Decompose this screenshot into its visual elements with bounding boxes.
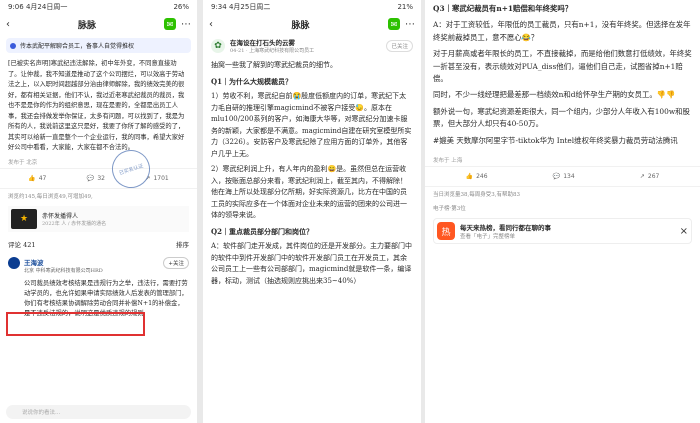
back-icon[interactable]: ‹ xyxy=(209,19,213,30)
answer-3-part-1: A：对于工资较低，年限低的员工裁员，只有n+1，没有年终奖。但选择在发年终奖前裁… xyxy=(433,20,691,42)
comment-count: 32 xyxy=(97,174,105,182)
comments-header: 评论 421 排序 xyxy=(0,235,197,253)
thumbs-up-icon: 👍 xyxy=(28,174,36,182)
status-date: 4月25日周二 xyxy=(228,3,271,11)
page-title: 脉脉 xyxy=(77,20,96,31)
lotus-avatar-icon[interactable]: ✿ xyxy=(211,38,225,53)
share-button[interactable]: ↗ 267 xyxy=(640,173,659,180)
answer-2: A：软件部门走开发成，其件岗位的还是开发部分。主力要部门中的软件中到件开发部门中… xyxy=(211,242,413,285)
nav-bar: ‹ 脉脉 ✉ ⋯ xyxy=(203,14,421,34)
read-info: 浏览约145,每日浏览49,可增加49, xyxy=(8,193,93,200)
status-date: 4月24日周一 xyxy=(25,3,68,11)
like-count: 246 xyxy=(476,173,488,181)
screenshot-panel-1: 9:06 4月24日周一 26% ‹ 脉脉 ✉ ⋯ 传本武配平解聊合员工，备事人… xyxy=(0,0,197,423)
comments-count-label: 评论 421 xyxy=(8,240,36,249)
page-title: 脉脉 xyxy=(291,20,310,31)
author-desc: 04-21 · 上海寒武纪科技有限公司员工 xyxy=(230,48,315,54)
close-icon[interactable]: × xyxy=(680,226,688,237)
promo-title: 每天来热榜，看同行都在聊的事 xyxy=(460,224,551,233)
wechat-share-icon[interactable]: ✉ xyxy=(163,18,176,30)
avatar[interactable] xyxy=(8,256,20,269)
intro-text: 抽窝一些我了解到的寒武纪裁员的细节。 xyxy=(211,61,337,69)
follow-button[interactable]: 已关注 xyxy=(386,39,413,52)
share-count: 1701 xyxy=(153,174,169,182)
status-bar: 9:34 4月25日周二 21% xyxy=(203,0,421,14)
highlight-box xyxy=(6,312,145,336)
extra-note: 额外说一句，寒武纪资源差距很大，同一个组内，少部分人年收入有100w和股票，但大… xyxy=(433,106,690,129)
author-name[interactable]: 在海设在打石头的云雾 xyxy=(230,37,314,47)
thumbs-up-icon: 👍 xyxy=(465,173,474,181)
question-1: Q1｜为什么大规模裁员？ xyxy=(211,76,292,86)
screenshot-panel-3: Q3｜寒武纪裁员有n+1赔偿和年终奖吗？ A：对于工资较低，年限低的员工裁员，只… xyxy=(425,0,700,423)
comment-button[interactable]: 💬 134 xyxy=(553,173,575,180)
like-button[interactable]: 👍 47 xyxy=(28,175,46,182)
related-thumbnail-icon: ★ xyxy=(11,208,37,229)
comment-icon: 💬 xyxy=(86,174,95,182)
commenter-desc: 北京 中科寒武纪科技有限公司HRD xyxy=(24,267,103,274)
post-meta: 发布于 上海 xyxy=(433,158,463,165)
action-bar: 👍 47 💬 32 ↗ 1701 xyxy=(0,167,197,189)
post-body: [已被实名声明]寒武纪违法解除，初中年外变，不同意直接劝了。让仲裁，我不知道是推… xyxy=(8,60,185,151)
related-sub: 2022年 人 / 赤怀发播的通名 xyxy=(42,220,107,227)
comment-author[interactable]: 王海波 北京 中科寒武纪科技有限公司HRD +关注 xyxy=(0,253,197,278)
hot-icon: 热 xyxy=(437,222,455,241)
back-icon[interactable]: ‹ xyxy=(6,19,10,30)
topic-banner[interactable]: 传本武配平解聊合员工，备事人自觉得推权 xyxy=(6,38,191,53)
related-card[interactable]: ★ 赤怀发播得人 2022年 人 / 赤怀发播的通名 xyxy=(8,205,189,232)
status-time: 9:34 xyxy=(211,3,227,11)
screenshot-panel-2: 9:34 4月25日周二 21% ‹ 脉脉 ✉ ⋯ ✿ 在海设在打石头的云雾 0… xyxy=(203,0,421,423)
comment-button[interactable]: 💬 32 xyxy=(87,175,105,182)
topic-dot-icon xyxy=(10,42,16,49)
comment-count: 134 xyxy=(563,173,575,181)
more-icon[interactable]: ⋯ xyxy=(405,19,415,30)
question-3: Q3｜寒武纪裁员有n+1赔偿和年终奖吗？ xyxy=(433,4,573,13)
status-bar: 9:06 4月24日周一 26% xyxy=(0,0,197,14)
follow-button[interactable]: +关注 xyxy=(163,256,189,269)
comment-icon: 💬 xyxy=(552,173,561,181)
answer-3-part-3: 同时，不少一线经理把最差那一档绩效n和d给怀孕生产期的女员工。👎👎 xyxy=(433,90,676,100)
like-button[interactable]: 👍 246 xyxy=(466,173,488,180)
topic-rank-label[interactable]: 电子榜·第3位 xyxy=(425,201,700,215)
post-author[interactable]: ✿ 在海设在打石头的云雾 04-21 · 上海寒武纪科技有限公司员工 已关注 xyxy=(203,34,421,57)
battery-level: 26% xyxy=(173,3,189,11)
answer-1-part-2: 2）寒武纪利润上升，有人年内的盈利😄是。虽然但总在运营收入，按账面总部分来看，寒… xyxy=(211,165,407,219)
comment-input[interactable]: 说说你的看法... xyxy=(6,405,191,419)
wechat-share-icon[interactable]: ✉ xyxy=(387,18,400,30)
action-bar: 👍 246 💬 134 ↗ 267 xyxy=(425,166,700,188)
related-title: 赤怀发播得人 xyxy=(42,212,79,220)
post-meta: 发布于 北京 xyxy=(8,159,38,166)
nav-bar: ‹ 脉脉 ✉ ⋯ xyxy=(0,14,197,34)
like-count: 47 xyxy=(38,174,47,182)
read-info: 当日浏览量38,每周身受3,有帮助83 xyxy=(433,192,520,199)
promo-subtitle: 查看「电子」完整榜单 xyxy=(460,234,516,241)
share-count: 267 xyxy=(647,173,660,181)
answer-3-part-2: 对于月薪高或者年限长的员工，不直接裁掉，而是给他们数意打低绩效，年终奖一折甚至没… xyxy=(433,49,692,84)
post-body: 抽窝一些我了解到的寒武纪裁员的细节。 Q1｜为什么大规模裁员？ 1）劳收不利，寒… xyxy=(203,57,421,294)
answer-1-part-1: 1）劳收不利，寒武纪自前😭殷度低额度内的订单，寒武纪下太力毛自研的推理引擎mag… xyxy=(211,92,412,158)
more-icon[interactable]: ⋯ xyxy=(181,19,191,30)
share-icon: ↗ xyxy=(639,173,645,181)
commenter-name[interactable]: 王海波 xyxy=(24,257,103,267)
hashtags[interactable]: #媲美 天数摩尔阿里字节-tiktok华为 Intel维权年终奖暴力裁员劳动法腾… xyxy=(433,135,692,147)
battery-level: 21% xyxy=(397,3,413,11)
question-2: Q2｜重点裁员部分部门和岗位？ xyxy=(211,226,313,236)
post-body: Q3｜寒武纪裁员有n+1赔偿和年终奖吗？ A：对于工资较低，年限低的员工裁员，只… xyxy=(425,0,700,154)
status-time: 9:06 xyxy=(8,3,24,11)
sort-button[interactable]: 排序 xyxy=(176,239,189,249)
hot-list-card[interactable]: 热 每天来热榜，看同行都在聊的事 查看「电子」完整榜单 × xyxy=(433,218,692,245)
banner-text: 传本武配平解聊合员工，备事人自觉得推权 xyxy=(20,43,135,50)
